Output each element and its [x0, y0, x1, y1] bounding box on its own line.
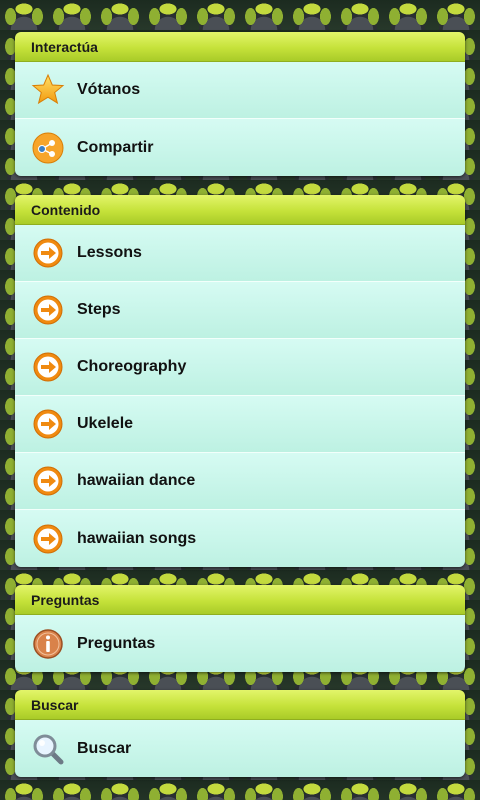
list-item-preguntas[interactable]: Preguntas [15, 615, 465, 672]
section-header: Contenido [15, 195, 465, 225]
list-item-label: Ukelele [77, 415, 134, 432]
list-item-label: Compartir [77, 138, 154, 156]
section-interactua: Interactúa Vótanos Compartir [15, 32, 465, 176]
list-item-label: Steps [77, 301, 121, 318]
info-icon [31, 627, 65, 661]
list-item-label: Preguntas [77, 634, 156, 652]
list-item-label: Buscar [77, 739, 132, 757]
list-item-lessons[interactable]: Lessons [15, 225, 465, 282]
list-item-buscar[interactable]: Buscar [15, 720, 465, 777]
list-item-label: Vótanos [77, 81, 141, 98]
list-item-ukelele[interactable]: Ukelele [15, 396, 465, 453]
list-item-label: Lessons [77, 244, 142, 261]
list-item-compartir[interactable]: Compartir [15, 119, 465, 176]
section-preguntas: Preguntas Preguntas [15, 585, 465, 672]
share-icon [31, 131, 65, 165]
arrow-right-icon [31, 293, 65, 327]
section-buscar: Buscar Buscar [15, 690, 465, 777]
search-icon [31, 732, 65, 766]
list-item-steps[interactable]: Steps [15, 282, 465, 339]
list-item-label: Choreography [77, 358, 187, 375]
arrow-right-icon [31, 236, 65, 270]
list-item-votanos[interactable]: Vótanos [15, 62, 465, 119]
section-header: Interactúa [15, 32, 465, 62]
list-item-hawaiian-dance[interactable]: hawaiian dance [15, 453, 465, 510]
arrow-right-icon [31, 407, 65, 441]
arrow-right-icon [31, 350, 65, 384]
section-header: Buscar [15, 690, 465, 720]
section-header: Preguntas [15, 585, 465, 615]
arrow-right-icon [31, 464, 65, 498]
list-item-label: hawaiian songs [77, 529, 197, 547]
star-icon [31, 73, 65, 107]
arrow-right-icon [31, 522, 65, 556]
list-item-choreography[interactable]: Choreography [15, 339, 465, 396]
list-item-label: hawaiian dance [77, 472, 196, 489]
list-item-hawaiian-songs[interactable]: hawaiian songs [15, 510, 465, 567]
section-contenido: Contenido Lessons Steps Choreography Uke… [15, 195, 465, 567]
